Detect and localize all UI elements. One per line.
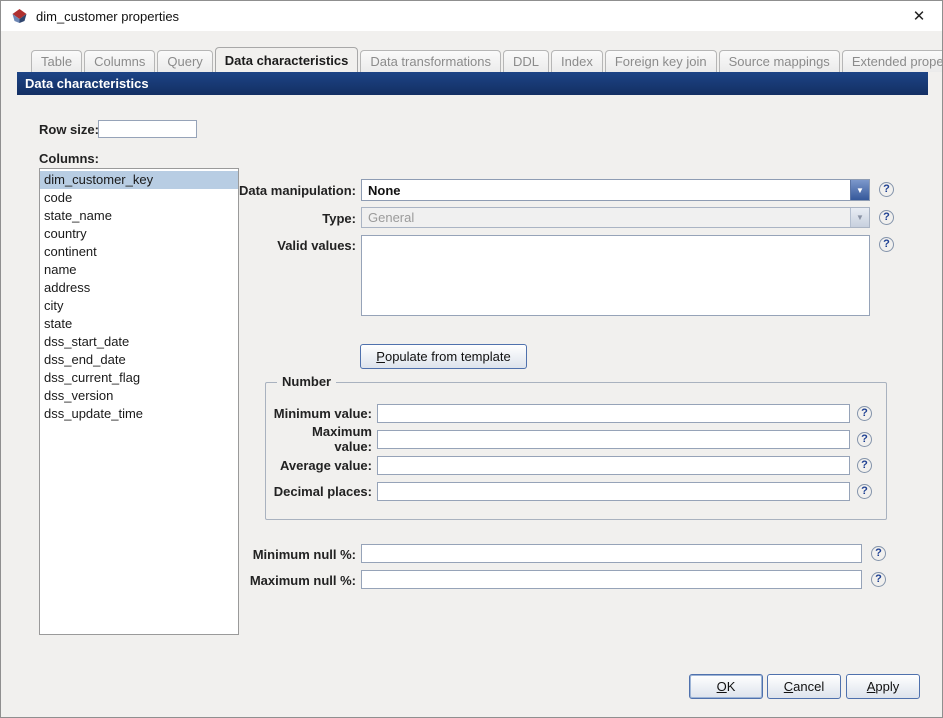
data-manipulation-value: None (368, 182, 401, 198)
tab[interactable]: Columns (84, 50, 156, 72)
section-title: Data characteristics (25, 76, 149, 91)
number-group-title: Number (277, 374, 337, 389)
help-icon-type[interactable]: ? (879, 210, 894, 225)
row-size-input[interactable] (98, 120, 197, 138)
minimum-null-input[interactable] (361, 544, 862, 563)
tab[interactable]: Data characteristics (214, 47, 359, 72)
type-value: General (368, 210, 415, 225)
chevron-down-icon[interactable]: ▼ (850, 180, 869, 200)
number-group-rows: Minimum value: ? Maximum value: ? Averag… (266, 400, 886, 504)
row-size-label: Row size: (39, 122, 99, 137)
number-groupbox: Number Minimum value: ? Maximum value: ?… (265, 374, 887, 520)
help-icon-data-manipulation[interactable]: ? (879, 182, 894, 197)
column-list-item[interactable]: dss_end_date (40, 351, 238, 369)
help-icon-number-field[interactable]: ? (857, 457, 872, 473)
number-field-input[interactable] (377, 403, 850, 423)
column-list-item[interactable]: address (40, 279, 238, 297)
number-field-label: Decimal places: (273, 483, 372, 499)
tab[interactable]: Table (31, 50, 83, 72)
tab[interactable]: Data transformations (360, 50, 502, 72)
tab[interactable]: Extended properties (841, 50, 942, 72)
title-bar: dim_customer properties ✕ (1, 1, 942, 31)
help-icon-valid-values[interactable]: ? (879, 237, 894, 252)
number-field-input[interactable] (377, 455, 850, 475)
help-icon-number-field[interactable]: ? (857, 483, 872, 499)
help-icon-number-field[interactable]: ? (857, 405, 872, 421)
data-manipulation-combo[interactable]: None ▼ (361, 179, 870, 201)
number-field-row: Minimum value: ? (266, 400, 886, 426)
number-field-label: Average value: (279, 457, 372, 473)
tab[interactable]: DDL (503, 50, 550, 72)
columns-label: Columns: (39, 151, 99, 166)
column-list-item[interactable]: dss_update_time (40, 405, 238, 423)
number-field-input[interactable] (377, 481, 850, 501)
populate-from-template-button[interactable]: Populate from template (360, 344, 527, 369)
column-list-item[interactable]: dss_version (40, 387, 238, 405)
properties-dialog: dim_customer properties ✕ Table Columns … (0, 0, 943, 718)
tab[interactable]: Source mappings (718, 50, 840, 72)
column-list-item[interactable]: name (40, 261, 238, 279)
cancel-button[interactable]: Cancel (767, 674, 841, 699)
column-list-item[interactable]: state (40, 315, 238, 333)
tab[interactable]: Query (157, 50, 213, 72)
number-field-input[interactable] (377, 429, 850, 449)
valid-values-textarea[interactable] (361, 235, 870, 316)
maximum-null-label: Maximum null %: (249, 573, 356, 588)
column-list-item[interactable]: dss_current_flag (40, 369, 238, 387)
help-icon-maximum-null[interactable]: ? (871, 572, 886, 587)
maximum-null-input[interactable] (361, 570, 862, 589)
column-list-item[interactable]: city (40, 297, 238, 315)
data-manipulation-label: Data manipulation: (238, 183, 356, 198)
section-header: Data characteristics (17, 72, 928, 95)
number-field-row: Average value: ? (266, 452, 886, 478)
tab-bar: Table Columns Query Data characteristics… (31, 47, 942, 72)
number-field-label: Minimum value: (273, 405, 372, 421)
apply-button[interactable]: Apply (846, 674, 920, 699)
help-icon-minimum-null[interactable]: ? (871, 546, 886, 561)
tab[interactable]: Index (551, 50, 603, 72)
window-title: dim_customer properties (36, 8, 180, 24)
type-label: Type: (322, 211, 356, 226)
type-combo[interactable]: General ▼ (361, 207, 870, 228)
number-field-row: Decimal places: ? (266, 478, 886, 504)
minimum-null-label: Minimum null %: (252, 547, 356, 562)
valid-values-label: Valid values: (277, 238, 356, 253)
number-field-label: Maximum value: (312, 424, 372, 454)
help-icon-number-field[interactable]: ? (857, 431, 872, 447)
tab[interactable]: Foreign key join (604, 50, 717, 72)
number-field-row: Maximum value: ? (266, 424, 886, 454)
app-icon (11, 8, 28, 24)
ok-button[interactable]: OK (689, 674, 763, 699)
close-icon[interactable]: ✕ (908, 7, 930, 25)
column-list-item[interactable]: dss_start_date (40, 333, 238, 351)
chevron-down-icon: ▼ (850, 208, 869, 227)
